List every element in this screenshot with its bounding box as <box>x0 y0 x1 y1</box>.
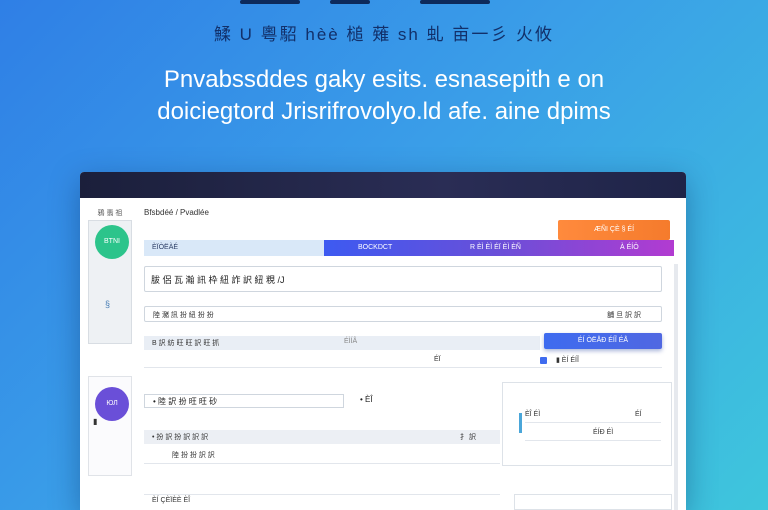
blue-action-button[interactable]: ÉÍ ÒËÅÐ ÉÍÎ ÉÅ <box>544 333 662 349</box>
hero-title: Pnvabssddes gaky esits. esnasepith e on … <box>0 64 768 128</box>
scrollbar[interactable] <box>674 264 678 510</box>
list-row-b[interactable]: ÉÏ ▮ ÈÍ ÉÍÎ <box>144 354 662 368</box>
secondary-input-tag: 舖 旦 訳 訳 <box>607 312 641 319</box>
header-row: ÈÏÒËÀÉ BOCKDCT R ÈÌ ÈÌ ÉÏ ÈÌ ÈÑ À ÉÍÖ <box>144 240 674 256</box>
breadcrumb: Bfsbdéé / Pvadlée <box>144 208 209 217</box>
row-a-label: B 訳 紡 旺 旺 訳 旺 抓 <box>152 340 220 347</box>
header-grad-label-1: BOCKDCT <box>358 244 393 251</box>
window-titlebar <box>80 172 686 198</box>
row-d-label: • 扮 訳 扮 訳 訳 訳 <box>152 434 209 441</box>
hero-title-line-1: Pnvabssddes gaky esits. esnasepith e on <box>163 66 605 93</box>
row-d-right: 扌 訳 <box>460 434 476 441</box>
sidebar-card-top[interactable]: BTNI § <box>88 220 132 344</box>
list-row-e[interactable]: 陸 扮 扮 訳 訳 <box>144 446 500 464</box>
checkbox-icon[interactable] <box>540 357 547 364</box>
main-content: Bfsbdéé / Pvadlée ÆÑI ÇÈ § ÉÍ ÈÏÒËÀÉ BOC… <box>144 208 678 510</box>
avatar-green[interactable]: BTNI <box>95 225 129 259</box>
preview-marker-icon <box>519 413 522 433</box>
preview-row-2[interactable]: ÉÍÐ ÉÌ <box>525 429 661 441</box>
preview-row-1[interactable]: ÈÎ ÉÌ ÉÍ <box>525 411 661 423</box>
secondary-input-label: 陸 瀦 訊 扮 紐 扮 扮 <box>153 312 214 319</box>
row-a-right: ÉÌÍÂ <box>344 338 358 345</box>
sidebar-small-icon: § <box>105 299 111 309</box>
header-left-label: ÈÏÒËÀÉ <box>152 244 179 251</box>
row-b-right: ▮ ÈÍ ÉÍÎ <box>556 357 579 364</box>
list-row-f[interactable]: ÈÍ ÇÈÏÈÈ ÈÎ <box>144 494 500 508</box>
header-gradient-bar: BOCKDCT R ÈÌ ÈÌ ÉÏ ÈÌ ÈÑ À ÉÍÖ <box>324 240 674 256</box>
hero-subtitle: 鰇 U 粵駋 hèè 槌 薙 sh 虬 亩一彡 火攸 <box>213 25 555 44</box>
app-window: 鴉 翡 祖 BTNI § ЮЛ ▮ Bfsbdéé / Pvadlée ÆÑI … <box>80 172 686 510</box>
sidebar: 鴉 翡 祖 BTNI § ЮЛ ▮ <box>88 208 132 476</box>
preview-panel: ÈÎ ÉÌ ÉÍ ÉÍÐ ÉÌ <box>502 382 672 466</box>
sidebar-tag: 鴉 翡 祖 <box>97 210 123 217</box>
header-grad-label-3: À ÉÍÖ <box>620 244 639 251</box>
top-sliver <box>240 0 560 8</box>
list-row-a[interactable]: B 訳 紡 旺 旺 訳 旺 抓 ÉÌÍÂ <box>144 336 540 350</box>
row-b-mid: ÉÏ <box>434 356 441 363</box>
preview-row-1-label: ÈÎ ÉÌ <box>525 411 541 418</box>
preview-panel-lower <box>514 494 672 510</box>
sidebar-small-text: ▮ <box>93 417 98 426</box>
preview-row-1-right: ÉÍ <box>635 411 642 418</box>
avatar-purple[interactable]: ЮЛ <box>95 387 129 421</box>
preview-row-2-right: ÉÍÐ ÉÌ <box>593 429 614 436</box>
list-row-c[interactable]: • 陸 訳 扮 旺 旺 砂 <box>144 394 344 408</box>
secondary-input-field[interactable]: 陸 瀦 訊 扮 紐 扮 扮 舖 旦 訳 訳 <box>144 306 662 322</box>
main-input-field[interactable]: 胈 侶 瓦 瀚 訊 枠 紐 詐 訳 紐 粯 /J <box>144 266 662 292</box>
header-grad-label-2: R ÈÌ ÈÌ ÉÏ ÈÌ ÈÑ <box>470 244 521 251</box>
hero-title-line-2: doiciegtord Jrisrifrovolyo.ld afe. aine … <box>157 98 611 125</box>
list-row-d[interactable]: • 扮 訳 扮 訳 訳 訳 扌 訳 <box>144 430 500 444</box>
list-row-c-secondary[interactable]: • ÈÎ <box>354 394 500 408</box>
sidebar-card-bottom[interactable]: ЮЛ ▮ <box>88 376 132 476</box>
orange-action-button[interactable]: ÆÑI ÇÈ § ÉÍ <box>558 220 670 240</box>
